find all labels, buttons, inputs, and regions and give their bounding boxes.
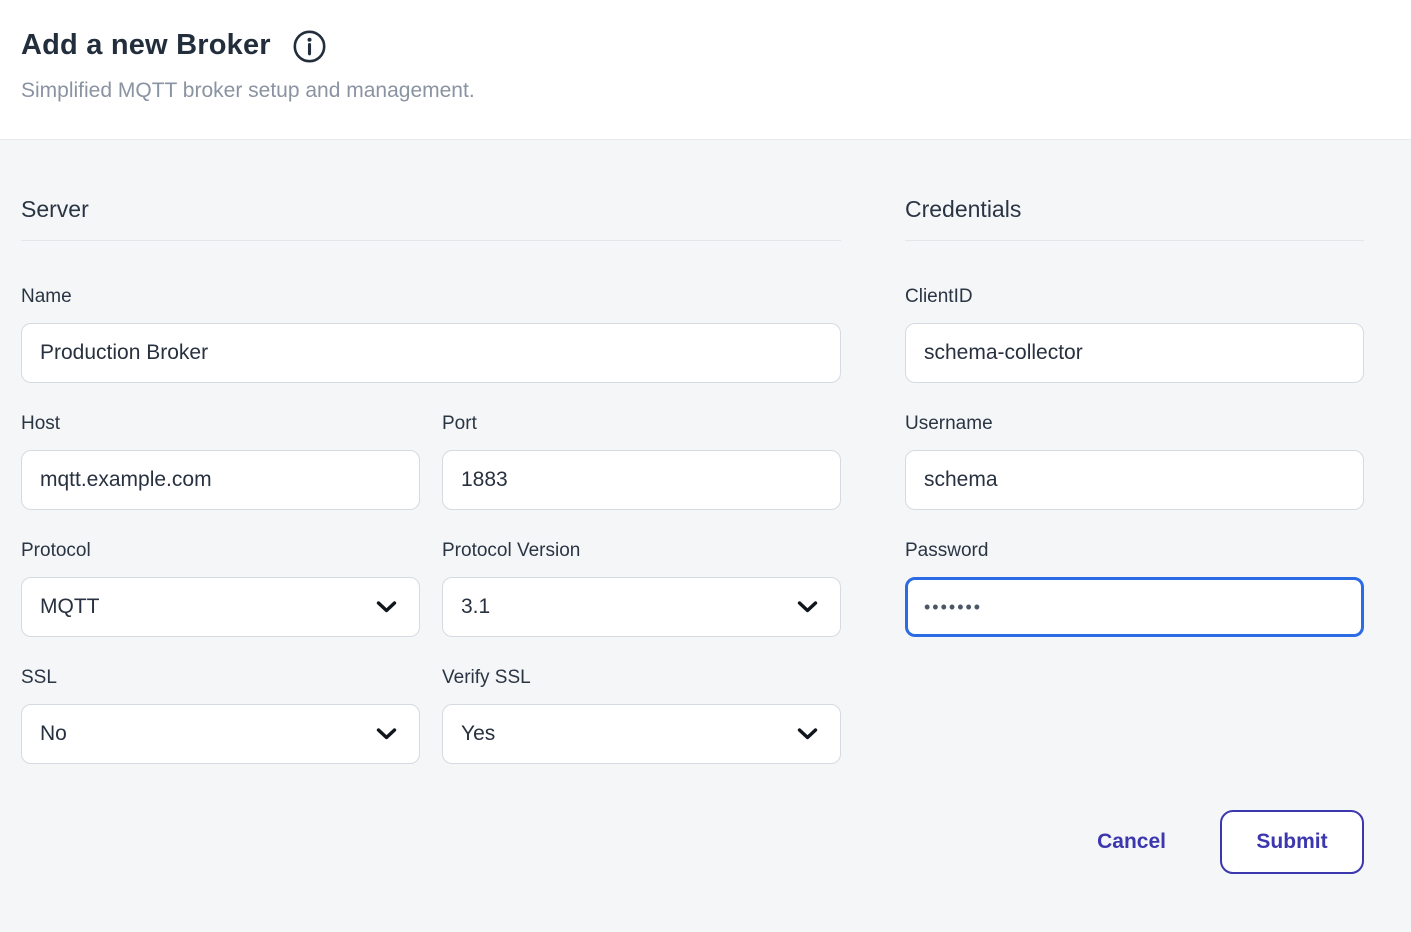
protocol-select[interactable]: MQTT <box>21 577 420 637</box>
ssl-row: SSL No Verify SSL Yes <box>21 666 841 764</box>
title-row: Add a new Broker <box>21 27 1390 64</box>
port-input[interactable] <box>442 450 841 510</box>
host-input[interactable] <box>21 450 420 510</box>
protocol-version-select[interactable]: 3.1 <box>442 577 841 637</box>
name-field: Name <box>21 285 841 383</box>
name-label: Name <box>21 285 841 309</box>
page-header: Add a new Broker Simplified MQTT broker … <box>0 0 1411 140</box>
broker-form: Server Name Host Port Protocol MQTT <box>0 140 1411 874</box>
password-input[interactable] <box>905 577 1364 637</box>
host-port-row: Host Port <box>21 412 841 510</box>
form-actions: Cancel Submit <box>905 810 1364 874</box>
chevron-down-icon <box>797 728 818 741</box>
client-id-input[interactable] <box>905 323 1364 383</box>
protocol-field: Protocol MQTT <box>21 539 420 637</box>
username-input[interactable] <box>905 450 1364 510</box>
chevron-down-icon <box>376 728 397 741</box>
verify-ssl-select-value: Yes <box>461 722 495 746</box>
protocol-label: Protocol <box>21 539 420 563</box>
protocol-version-select-value: 3.1 <box>461 595 490 619</box>
protocol-version-field: Protocol Version 3.1 <box>442 539 841 637</box>
credentials-section: Credentials ClientID Username Password C… <box>905 195 1364 874</box>
ssl-select[interactable]: No <box>21 704 420 764</box>
client-id-field: ClientID <box>905 285 1364 383</box>
password-field: Password <box>905 539 1364 637</box>
verify-ssl-field: Verify SSL Yes <box>442 666 841 764</box>
username-label: Username <box>905 412 1364 436</box>
submit-button[interactable]: Submit <box>1220 810 1364 874</box>
port-label: Port <box>442 412 841 436</box>
ssl-field: SSL No <box>21 666 420 764</box>
page-title: Add a new Broker <box>21 29 271 62</box>
host-field: Host <box>21 412 420 510</box>
port-field: Port <box>442 412 841 510</box>
verify-ssl-label: Verify SSL <box>442 666 841 690</box>
ssl-label: SSL <box>21 666 420 690</box>
username-field: Username <box>905 412 1364 510</box>
host-label: Host <box>21 412 420 436</box>
chevron-down-icon <box>797 601 818 614</box>
protocol-row: Protocol MQTT Protocol Version 3.1 <box>21 539 841 637</box>
page-subtitle: Simplified MQTT broker setup and managem… <box>21 79 1390 103</box>
server-section-heading: Server <box>21 195 841 241</box>
verify-ssl-select[interactable]: Yes <box>442 704 841 764</box>
chevron-down-icon <box>376 601 397 614</box>
cancel-button[interactable]: Cancel <box>1097 830 1166 854</box>
name-input[interactable] <box>21 323 841 383</box>
password-label: Password <box>905 539 1364 563</box>
ssl-select-value: No <box>40 722 67 746</box>
protocol-select-value: MQTT <box>40 595 99 619</box>
info-icon[interactable] <box>292 29 327 64</box>
server-section: Server Name Host Port Protocol MQTT <box>21 195 841 874</box>
protocol-version-label: Protocol Version <box>442 539 841 563</box>
client-id-label: ClientID <box>905 285 1364 309</box>
credentials-section-heading: Credentials <box>905 195 1364 241</box>
